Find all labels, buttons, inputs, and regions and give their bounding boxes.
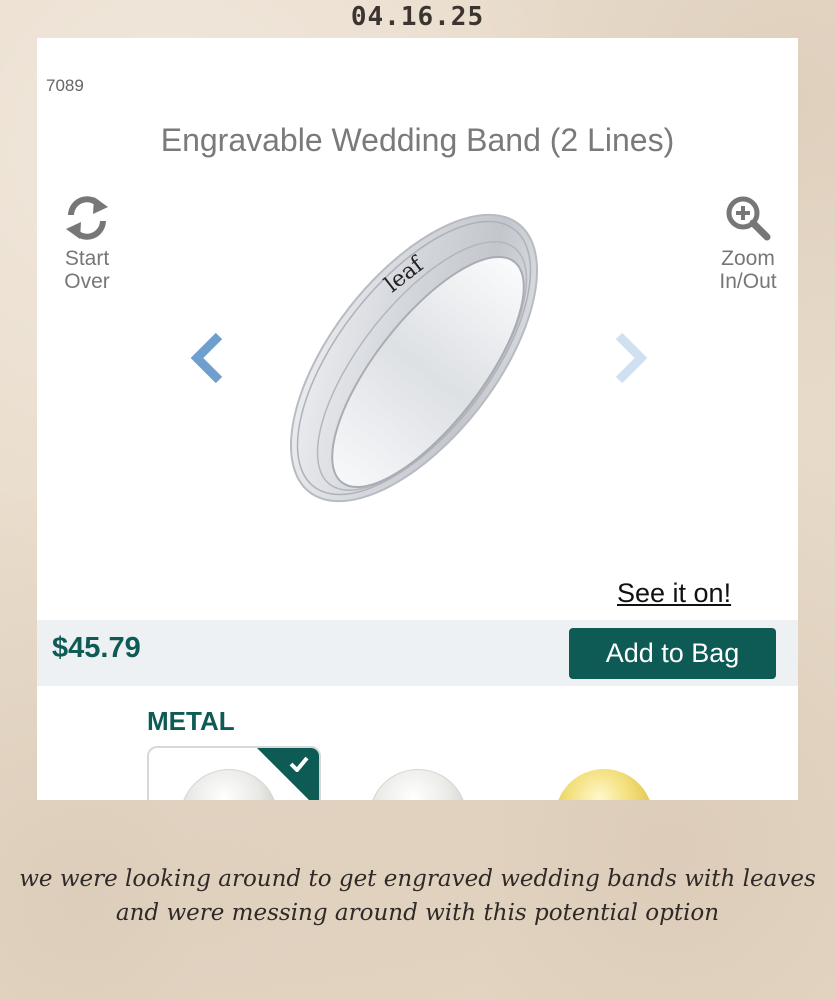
product-title: Engravable Wedding Band (2 Lines) xyxy=(160,122,675,158)
zoom-in-icon xyxy=(726,196,771,241)
chevron-left-icon xyxy=(190,332,223,384)
zoom-label-line1: Zoom xyxy=(721,247,775,270)
metal-option-yellow-gold[interactable] xyxy=(555,769,653,800)
metal-option-white-2[interactable] xyxy=(369,769,467,800)
price-bar: $45.79 Add to Bag xyxy=(37,620,798,686)
start-over-button[interactable]: Start Over xyxy=(47,193,127,293)
zoom-label-line2: In/Out xyxy=(719,270,777,293)
check-icon xyxy=(289,756,309,772)
chevron-right-icon xyxy=(615,332,648,384)
zoom-button[interactable]: Zoom In/Out xyxy=(703,193,793,293)
next-image-button[interactable] xyxy=(611,332,651,389)
phone-screenshot: 7089 Engravable Wedding Band (2 Lines) S… xyxy=(37,38,798,800)
caption-line-1: we were looking around to get engraved w… xyxy=(19,866,816,892)
ring-image: leaf xyxy=(289,213,539,503)
product-price: $45.79 xyxy=(52,632,141,664)
start-over-label-line1: Start xyxy=(64,247,110,270)
see-it-on-link[interactable]: See it on! xyxy=(617,578,731,609)
scrapbook-date: 04.16.25 xyxy=(350,2,485,32)
scrapbook-caption: we were looking around to get engraved w… xyxy=(0,862,835,930)
previous-image-button[interactable] xyxy=(187,332,227,389)
product-id: 7089 xyxy=(46,76,84,95)
caption-line-2: and were messing around with this potent… xyxy=(115,900,720,926)
refresh-icon xyxy=(66,196,108,240)
metal-heading: METAL xyxy=(147,706,235,736)
add-to-bag-button[interactable]: Add to Bag xyxy=(569,628,776,679)
start-over-label-line2: Over xyxy=(64,270,110,293)
